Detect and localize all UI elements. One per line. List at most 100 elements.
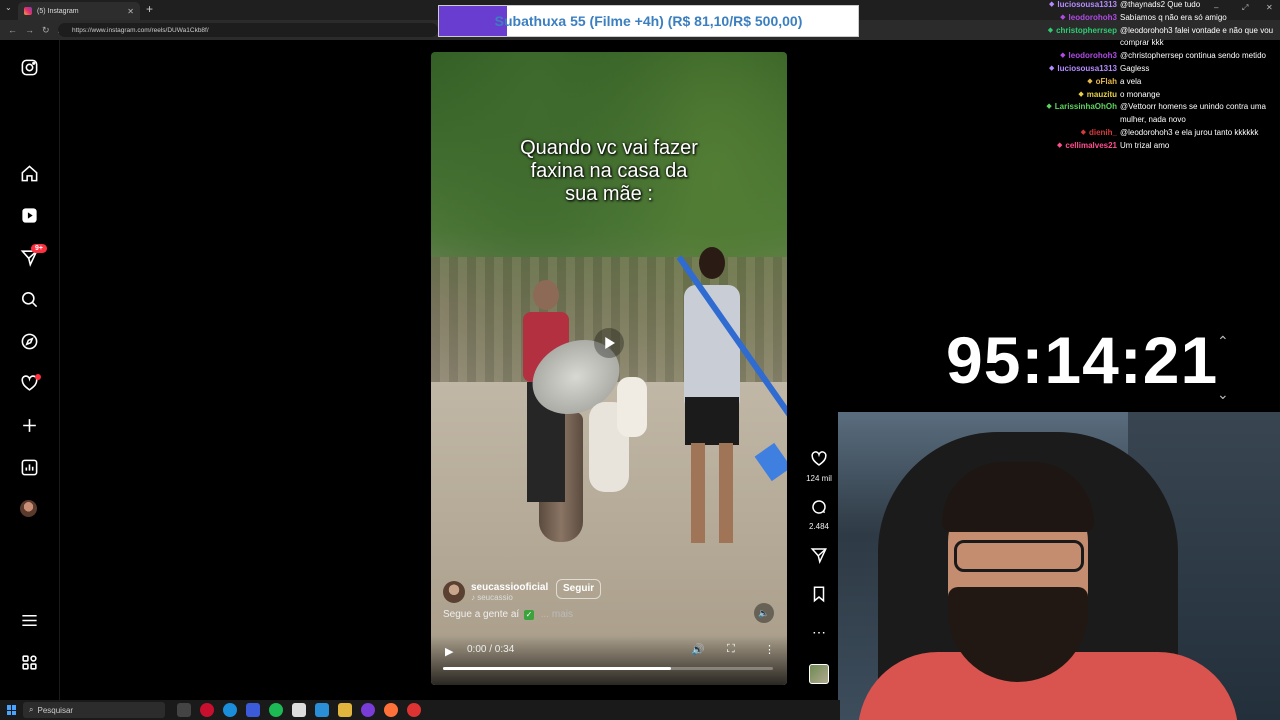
chat-message-body: @leodorohoh3 falei vontade e não que vou… [1120,25,1273,51]
share-button[interactable] [800,546,838,569]
chat-username[interactable]: cellimalves21 [1065,140,1117,153]
author-name[interactable]: seucassiooficial [471,582,548,593]
windows-taskbar: ⌕ Pesquisar [0,700,840,720]
chat-message-body: a vela [1120,76,1272,89]
dashboard-icon[interactable] [19,457,39,477]
chat-username[interactable]: dienih_ [1089,127,1117,140]
instagram-sidebar: 9+ [0,40,60,700]
record-icon[interactable] [407,703,421,717]
browser-icon[interactable] [223,703,237,717]
video-options-icon[interactable]: ⋮ [764,643,775,656]
like-count: 124 mil [806,474,832,483]
chat-badge-icon: ◆ [1080,129,1086,136]
video-progress-bar[interactable] [443,667,773,670]
author-sub-label: seucassio [477,593,513,602]
chat-username[interactable]: mauzitu [1087,89,1117,102]
menu-icon[interactable] [19,610,39,630]
chat-message-body: Sabíamos q não era só amigo [1120,12,1272,25]
audio-thumbnail[interactable] [809,664,829,684]
chat-username[interactable]: LarissinhaOhOh [1055,101,1117,127]
app-icon[interactable] [246,703,260,717]
webcam-glasses [954,540,1084,572]
video-controls: ▶ 0:00 / 0:34 🔊 ⛶ ⋮ [431,635,787,685]
chat-badge-icon: ◆ [1049,65,1055,72]
like-button[interactable]: 124 mil [800,450,838,483]
chat-text: Gagless [1120,64,1150,73]
spotify-icon[interactable] [269,703,283,717]
chat-text: @Vettoorr homens se unindo contra uma [1120,102,1266,112]
tab-menu-icon[interactable]: ⌄ [5,3,12,12]
center-play-icon[interactable] [594,328,624,358]
more-link[interactable]: ... mais [541,609,573,620]
messages-badge: 9+ [31,244,47,253]
chat-text: @leodorohoh3 e ela jurou tanto kkkkkk [1120,128,1259,137]
caption-line: Quando vc vai fazer [520,137,698,159]
reel-author[interactable]: seucassiooficial ♪ seucassio [443,579,548,605]
more-options-icon[interactable]: ⋯ [800,624,838,641]
taskbar-search[interactable]: ⌕ Pesquisar [23,702,165,718]
chat-text: o monange [1120,89,1161,99]
chat-text: @christopherrsep continua sendo metido [1120,51,1266,61]
chat-message: ◆ luciosousa1313 @thaynads2 Que tudo [1049,0,1272,12]
chat-message: ◆ cellimalves21 Um trizal amo [1057,140,1272,153]
comment-icon [812,500,826,514]
browser-tab[interactable]: (5) Instagram ✕ [18,2,140,20]
comment-button[interactable]: 2.484 [800,498,838,531]
url-field[interactable]: https://www.instagram.com/reels/DUWa1Ckb… [58,23,438,37]
chat-badge-icon: ◆ [1087,77,1093,85]
instagram-logo-icon[interactable] [19,57,39,77]
chat-username[interactable]: luciosousa1313 [1057,0,1117,12]
search-icon[interactable] [19,289,39,309]
reels-icon[interactable] [19,205,39,225]
explore-icon[interactable] [19,331,39,351]
save-button[interactable] [800,585,838,608]
chat-username[interactable]: luciosousa1313 [1057,63,1117,76]
chat-text: a vela [1120,76,1142,86]
back-icon[interactable]: ← [8,25,17,35]
more-apps-icon[interactable] [19,652,39,672]
previous-reel-icon[interactable]: ⌃ [1217,333,1229,350]
chat-message: ◆ luciosousa1313 Gagless [1049,63,1272,76]
folder-icon[interactable] [338,703,352,717]
obs-icon[interactable] [361,703,375,717]
firefox-icon[interactable] [384,703,398,717]
chat-badge-icon: ◆ [1060,13,1066,21]
share-icon [810,548,827,564]
chat-username[interactable]: leodorohoh3 [1069,50,1117,63]
mail-icon[interactable] [315,703,329,717]
chat-username[interactable]: christopherrsep [1056,25,1117,51]
subathon-timer: 95:14:21 [946,323,1219,397]
reel-video[interactable]: Quando vc vai fazer faxina na casa da su… [431,52,787,685]
chat-message: ◆ oFlah a vela [1087,76,1272,89]
home-icon[interactable] [19,163,39,183]
caption-line: sua mãe : [565,183,653,205]
chat-username[interactable]: leodorohoh3 [1069,12,1117,25]
author-avatar[interactable] [443,581,465,603]
comment-count: 2.484 [808,522,830,531]
follow-button[interactable]: Seguir [556,579,602,599]
new-tab-icon[interactable]: + [146,2,153,16]
create-icon[interactable] [19,415,39,435]
chat-message-body: Um trizal amo [1120,140,1272,153]
screen: ⌄ (5) Instagram ✕ + – ⤢ ✕ ← → ↻ ⌂ https:… [0,0,1280,720]
play-button-icon[interactable]: ▶ [445,645,453,658]
tab-title: (5) Instagram [37,7,79,15]
notepad-icon[interactable] [292,703,306,717]
volume-icon[interactable]: 🔊 [691,643,705,656]
reload-icon[interactable]: ↻ [42,25,50,36]
chat-username[interactable]: oFlah [1096,76,1117,89]
profile-avatar[interactable] [20,500,37,517]
mute-toggle-icon[interactable]: 🔈 [754,603,774,623]
chat-text: Um trizal amo [1120,140,1170,150]
fullscreen-icon[interactable]: ⛶ [727,643,735,656]
chat-badge-icon: ◆ [1047,26,1054,34]
video-man [679,247,749,547]
opera-icon[interactable] [200,703,214,717]
next-reel-icon[interactable]: ⌄ [1217,386,1229,403]
forward-icon[interactable]: → [25,25,34,35]
windows-start-icon[interactable] [7,705,17,715]
tab-close-icon[interactable]: ✕ [127,7,134,16]
reel-caption: Quando vc vai fazer faxina na casa da su… [431,137,787,206]
author-audio: ♪ seucassio [471,593,513,602]
task-view-icon[interactable] [177,703,191,717]
